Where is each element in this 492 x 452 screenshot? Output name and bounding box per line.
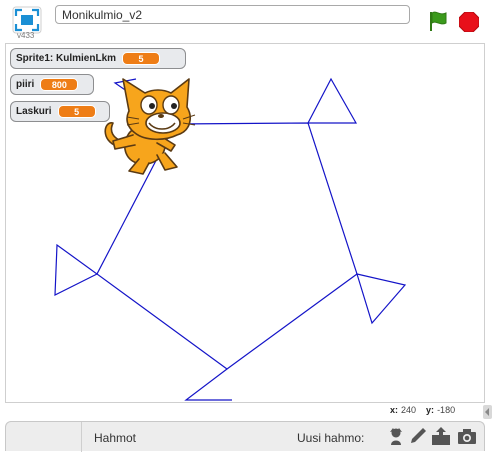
scratch-cat-sprite[interactable] — [99, 71, 199, 176]
monitor-piiri[interactable]: piiri 800 — [10, 74, 94, 95]
monitor-value: 5 — [57, 105, 96, 118]
pen-drawing — [54, 77, 407, 401]
version-label: v433 — [17, 31, 35, 40]
y-value: -180 — [437, 405, 456, 415]
monitor-label: Sprite1: KulmienLkm — [16, 53, 117, 64]
paint-sprite-icon[interactable] — [408, 426, 428, 446]
sprites-label: Hahmot — [94, 431, 137, 445]
choose-sprite-icon[interactable] — [386, 426, 406, 446]
stop-icon[interactable] — [459, 12, 479, 32]
new-sprite-label: Uusi hahmo: — [297, 431, 365, 445]
camera-icon[interactable] — [457, 426, 477, 446]
green-flag-icon[interactable] — [428, 10, 448, 32]
upload-sprite-icon[interactable] — [431, 426, 451, 446]
stage-resize-icon[interactable] — [483, 405, 492, 419]
monitor-laskuri[interactable]: Laskuri 5 — [10, 101, 110, 122]
mouse-coordinates: x: 240 y: -180 — [390, 405, 465, 415]
monitor-label: Laskuri — [16, 106, 52, 117]
y-label: y: — [426, 405, 435, 415]
monitor-value: 5 — [122, 52, 161, 65]
monitor-value: 800 — [40, 78, 79, 91]
monitor-label: piiri — [16, 79, 35, 90]
top-bar: v433 — [0, 0, 492, 44]
pane-divider — [81, 422, 82, 452]
stage[interactable]: Sprite1: KulmienLkm 5 piiri 800 Laskuri … — [5, 43, 485, 403]
monitor-kulmienlkm[interactable]: Sprite1: KulmienLkm 5 — [10, 48, 186, 69]
fullscreen-icon[interactable] — [12, 6, 42, 34]
project-title-input[interactable] — [55, 5, 410, 24]
sprite-pane: Hahmot Uusi hahmo: — [5, 421, 485, 452]
x-value: 240 — [401, 405, 417, 415]
x-label: x: — [390, 405, 399, 415]
